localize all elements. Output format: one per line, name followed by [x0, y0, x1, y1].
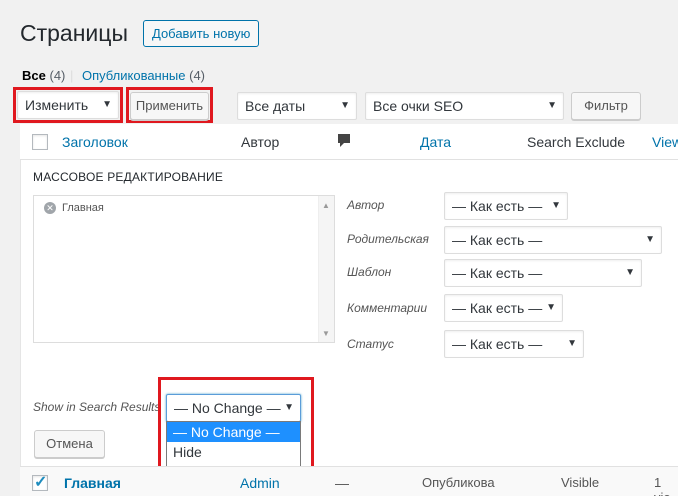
chevron-down-icon: ▼ [546, 302, 556, 313]
search-results-value: — No Change — [174, 400, 281, 416]
filter-published-link[interactable]: Опубликованные (4) [82, 68, 205, 84]
chevron-down-icon: ▼ [551, 200, 561, 211]
chevron-down-icon: ▼ [340, 100, 350, 111]
author-field-label: Автор [347, 198, 385, 212]
filter-all-label: Все [22, 68, 46, 83]
comments-field-label: Комментарии [347, 301, 428, 315]
scroll-down-icon[interactable]: ▼ [322, 329, 330, 338]
status-select[interactable]: — Как есть — ▼ [444, 330, 584, 358]
checkmark-icon: ✓ [34, 474, 48, 491]
comments-select[interactable]: — Как есть — ▼ [444, 294, 563, 322]
apply-button[interactable]: Применить [130, 92, 209, 120]
cancel-button[interactable]: Отмена [34, 430, 105, 458]
column-views[interactable]: View [652, 134, 678, 150]
select-all-checkbox[interactable] [32, 134, 48, 150]
page-title: Страницы [20, 20, 128, 46]
list-item: ✕ Главная [44, 202, 104, 214]
parent-value: — Как есть — [452, 232, 543, 248]
search-results-label: Show in Search Results [33, 400, 161, 414]
row-status: Опубликова [422, 475, 495, 490]
author-value: — Как есть — [452, 198, 543, 214]
author-select[interactable]: — Как есть — ▼ [444, 192, 568, 220]
column-author: Автор [241, 134, 280, 150]
chevron-down-icon: ▼ [284, 402, 294, 413]
template-select[interactable]: — Как есть — ▼ [444, 259, 642, 287]
row-views: 1 vie [654, 475, 671, 496]
template-field-label: Шаблон [347, 265, 392, 279]
row-checkbox[interactable]: ✓ [32, 474, 48, 491]
column-title[interactable]: Заголовок [62, 134, 128, 150]
filter-all-link[interactable]: Все (4) [22, 68, 65, 84]
chevron-down-icon: ▼ [547, 100, 557, 111]
filter-published-label: Опубликованные [82, 68, 186, 83]
chevron-down-icon: ▼ [645, 234, 655, 245]
bulk-action-value: Изменить [25, 97, 89, 113]
column-search-exclude: Search Exclude [527, 134, 626, 150]
option-hide[interactable]: Hide [167, 442, 300, 462]
filter-button[interactable]: Фильтр [571, 92, 641, 120]
row-author-link[interactable]: Admin [240, 475, 280, 491]
remove-icon[interactable]: ✕ [44, 202, 56, 214]
bulk-action-select[interactable]: Изменить ▼ [17, 91, 119, 119]
comments-value: — Как есть — [452, 300, 543, 316]
row-comments: — [335, 475, 349, 491]
chevron-down-icon: ▼ [625, 267, 635, 278]
chevron-down-icon: ▼ [102, 99, 112, 110]
row-title-link[interactable]: Главная [64, 475, 121, 491]
scrollbar[interactable]: ▲ ▼ [318, 196, 334, 342]
scroll-up-icon[interactable]: ▲ [322, 201, 330, 210]
bulk-selected-list: ✕ Главная ▲ ▼ [33, 195, 335, 343]
column-date[interactable]: Дата [420, 134, 451, 150]
option-no-change[interactable]: — No Change — [167, 422, 300, 442]
parent-field-label: Родительская [347, 232, 429, 246]
comment-bubble-icon [337, 133, 351, 152]
seo-score-value: Все очки SEO [373, 98, 464, 114]
selected-item-label: Главная [62, 202, 104, 214]
filter-published-count: (4) [189, 68, 206, 83]
bulk-edit-heading: МАССОВОЕ РЕДАКТИРОВАНИЕ [33, 170, 224, 184]
template-value: — Как есть — [452, 265, 543, 281]
status-value: — Как есть — [452, 336, 543, 352]
dates-value: Все даты [245, 98, 306, 114]
dates-select[interactable]: Все даты ▼ [237, 92, 357, 120]
filter-all-count: (4) [49, 68, 66, 83]
chevron-down-icon: ▼ [567, 338, 577, 349]
add-new-button[interactable]: Добавить новую [143, 20, 260, 47]
parent-select[interactable]: — Как есть — ▼ [444, 226, 662, 254]
status-field-label: Статус [347, 337, 394, 351]
seo-score-select[interactable]: Все очки SEO ▼ [365, 92, 564, 120]
row-search-exclude: Visible [561, 475, 600, 490]
search-results-select[interactable]: — No Change — ▼ [166, 394, 301, 422]
filter-separator: | [70, 68, 74, 83]
